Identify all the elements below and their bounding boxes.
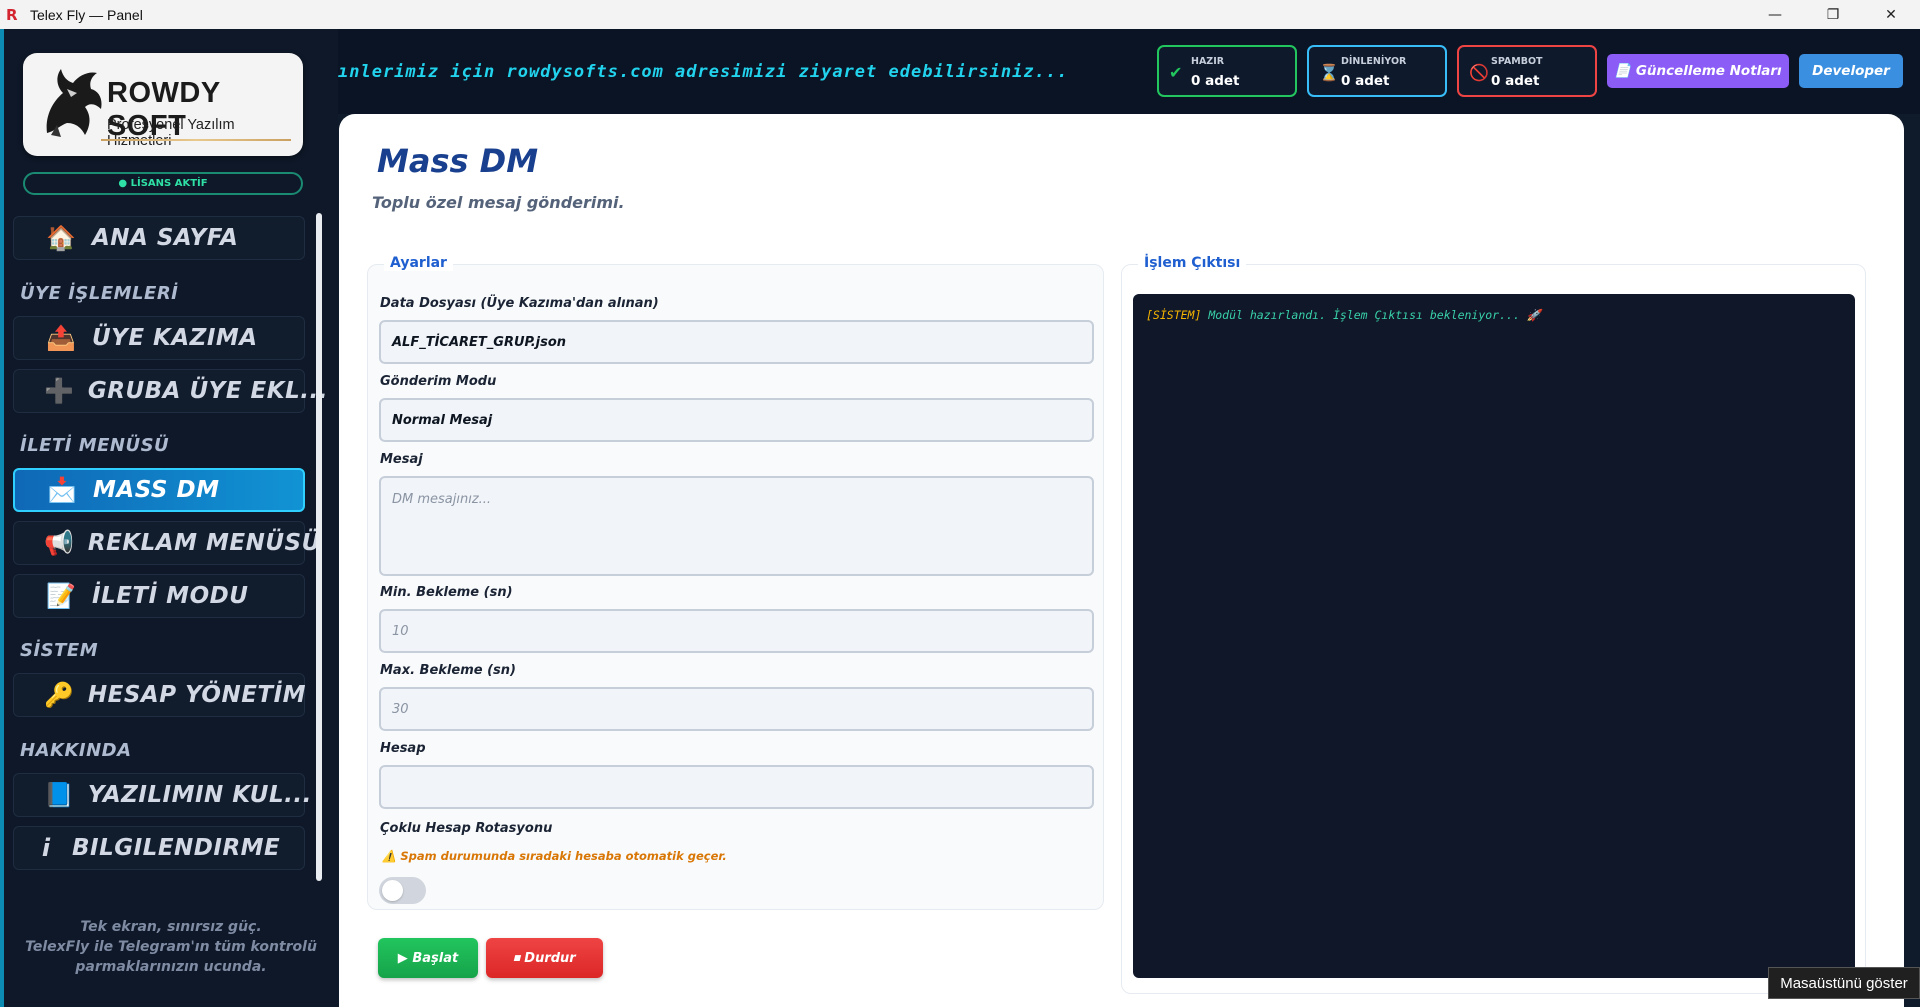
console-line: [SİSTEM] Modül hazırlandı. İşlem Çıktısı… bbox=[1146, 308, 1541, 322]
minimize-button[interactable]: — bbox=[1746, 0, 1804, 29]
sidebar-item-label: BILGILENDIRME bbox=[72, 835, 281, 861]
min-wait-input[interactable]: 10 bbox=[379, 609, 1094, 653]
data-file-label: Data Dosyası (Üye Kazıma'dan alınan) bbox=[380, 296, 659, 311]
update-notes-button[interactable]: 📄 Güncelleme Notları bbox=[1607, 54, 1789, 88]
prohibited-icon: 🚫 bbox=[1469, 63, 1489, 82]
max-wait-label: Max. Bekleme (sn) bbox=[380, 663, 516, 678]
main-panel: Mass DM Toplu özel mesaj gönderimi. Ayar… bbox=[339, 114, 1904, 1007]
toggle-knob bbox=[382, 880, 403, 901]
logo-divider bbox=[101, 139, 291, 141]
stat-ready: ✔ HAZIR 0 adet bbox=[1157, 45, 1297, 97]
page-title: Mass DM bbox=[377, 142, 539, 180]
house-icon: 🏠 bbox=[46, 224, 76, 252]
footer-line: Tek ekran, sınırsız güç. bbox=[80, 919, 262, 935]
message-textarea[interactable]: DM mesajınız... bbox=[379, 476, 1094, 576]
key-icon: 🔑 bbox=[44, 681, 74, 709]
plus-icon: ➕ bbox=[44, 377, 74, 405]
stat-title: DİNLENİYOR bbox=[1341, 56, 1407, 67]
check-icon: ✔ bbox=[1169, 63, 1183, 82]
stat-resting: ⌛ DİNLENİYOR 0 adet bbox=[1307, 45, 1447, 97]
sidebar-item-home[interactable]: 🏠 ANA SAYFA bbox=[13, 216, 305, 260]
window-title: Telex Fly — Panel bbox=[30, 6, 143, 23]
account-select[interactable] bbox=[379, 765, 1094, 809]
sidebar-item-ad-menu[interactable]: 📢 REKLAM MENÜSÜ bbox=[13, 521, 320, 565]
sidebar-item-label: ÜYE KAZIMA bbox=[92, 325, 258, 351]
sidebar-footer: Tek ekran, sınırsız güç. TelexFly ile Te… bbox=[4, 917, 338, 977]
max-wait-input[interactable]: 30 bbox=[379, 687, 1094, 731]
send-mode-select[interactable]: Normal Mesaj bbox=[379, 398, 1094, 442]
rotation-warning: ⚠️ Spam durumunda sıradaki hesaba otomat… bbox=[382, 849, 727, 863]
console-tag: [SİSTEM] bbox=[1146, 308, 1202, 322]
restore-button[interactable]: ❐ bbox=[1804, 0, 1862, 29]
footer-line: TelexFly ile Telegram'ın tüm kontrolü bbox=[25, 939, 317, 955]
stat-title: HAZIR bbox=[1191, 56, 1225, 67]
start-button[interactable]: ▶ Başlat bbox=[378, 938, 478, 978]
stat-spambot: 🚫 SPAMBOT 0 adet bbox=[1457, 45, 1597, 97]
message-label: Mesaj bbox=[380, 452, 423, 467]
app-logo-icon: R bbox=[6, 5, 18, 24]
section-label-message-menu: İLETİ MENÜSÜ bbox=[20, 435, 170, 456]
stat-value: 0 adet bbox=[1191, 73, 1240, 89]
megaphone-icon: 📢 bbox=[44, 529, 74, 557]
sidebar-item-add-to-group[interactable]: ➕ GRUBA ÜYE EKL... bbox=[13, 369, 327, 413]
section-label-member-ops: ÜYE İŞLEMLERİ bbox=[20, 283, 179, 304]
output-console[interactable]: [SİSTEM] Modül hazırlandı. İşlem Çıktısı… bbox=[1133, 294, 1855, 978]
sidebar-item-software-usage[interactable]: 📘 YAZILIMIN KUL... bbox=[13, 773, 311, 817]
footer-line: parmaklarınızın ucunda. bbox=[75, 959, 267, 975]
top-bar: ınlerimiz için rowdysofts.com adresimizi… bbox=[338, 29, 1920, 114]
brand-logo: ROWDY SOFT Profesyonel Yazılım Hizmetler… bbox=[23, 53, 303, 156]
output-legend: İşlem Çıktısı bbox=[1138, 255, 1247, 271]
account-label: Hesap bbox=[380, 741, 426, 756]
announcement-marquee: ınlerimiz için rowdysofts.com adresimizi… bbox=[338, 62, 1069, 82]
sidebar-item-info[interactable]: i BILGILENDIRME bbox=[13, 826, 305, 870]
logo-subtitle: Profesyonel Yazılım Hizmetleri bbox=[107, 117, 235, 149]
sidebar-item-message-mode[interactable]: 📝 İLETİ MODU bbox=[13, 574, 305, 618]
stat-value: 0 adet bbox=[1491, 73, 1540, 89]
sidebar-item-label: YAZILIMIN KUL... bbox=[87, 782, 312, 808]
sidebar-item-member-scrape[interactable]: 📤 ÜYE KAZIMA bbox=[13, 316, 305, 360]
stat-value: 0 adet bbox=[1341, 73, 1390, 89]
stat-title: SPAMBOT bbox=[1491, 56, 1543, 67]
license-status-badge: ● LİSANS AKTİF bbox=[23, 172, 303, 195]
envelope-icon: 📩 bbox=[47, 476, 77, 504]
sidebar-item-label: HESAP YÖNETİM bbox=[87, 682, 307, 708]
sidebar-item-mass-dm[interactable]: 📩 MASS DM bbox=[13, 468, 305, 512]
section-label-system: SİSTEM bbox=[20, 640, 99, 661]
rotation-label: Çoklu Hesap Rotasyonu bbox=[380, 821, 553, 836]
developer-button[interactable]: Developer bbox=[1799, 54, 1903, 88]
dragon-logo-icon bbox=[46, 69, 102, 137]
data-file-select[interactable]: ALF_TİCARET_GRUP.json bbox=[379, 320, 1094, 364]
sidebar: ROWDY SOFT Profesyonel Yazılım Hizmetler… bbox=[4, 29, 338, 1007]
sidebar-item-label: MASS DM bbox=[93, 477, 220, 503]
settings-panel: Ayarlar Data Dosyası (Üye Kazıma'dan alı… bbox=[367, 255, 1104, 910]
show-desktop-tooltip: Masaüstünü göster bbox=[1768, 967, 1920, 999]
memo-icon: 📝 bbox=[46, 582, 76, 610]
send-mode-label: Gönderim Modu bbox=[380, 374, 497, 389]
info-icon: i bbox=[41, 834, 51, 862]
sidebar-item-label: GRUBA ÜYE EKL... bbox=[87, 378, 328, 404]
section-label-about: HAKKINDA bbox=[20, 740, 132, 761]
output-panel: İşlem Çıktısı [SİSTEM] Modül hazırlandı.… bbox=[1121, 255, 1866, 994]
outbox-icon: 📤 bbox=[46, 324, 76, 352]
sidebar-item-label: REKLAM MENÜSÜ bbox=[87, 530, 321, 556]
sidebar-scrollbar[interactable] bbox=[316, 213, 322, 881]
close-button[interactable]: ✕ bbox=[1862, 0, 1920, 29]
settings-legend: Ayarlar bbox=[384, 255, 453, 271]
min-wait-label: Min. Bekleme (sn) bbox=[380, 585, 513, 600]
stop-button[interactable]: ⏹ Durdur bbox=[486, 938, 603, 978]
page-subtitle: Toplu özel mesaj gönderimi. bbox=[372, 193, 625, 212]
title-bar: R Telex Fly — Panel — ❐ ✕ bbox=[0, 0, 1920, 29]
book-icon: 📘 bbox=[44, 781, 74, 809]
sidebar-item-label: İLETİ MODU bbox=[92, 583, 249, 609]
rotation-toggle[interactable] bbox=[379, 877, 426, 904]
console-message: Modül hazırlandı. İşlem Çıktısı bekleniy… bbox=[1201, 308, 1542, 322]
sidebar-item-label: ANA SAYFA bbox=[92, 225, 239, 251]
hourglass-icon: ⌛ bbox=[1319, 63, 1339, 82]
main-scrollbar[interactable] bbox=[1888, 114, 1904, 1007]
sidebar-item-account-management[interactable]: 🔑 HESAP YÖNETİM bbox=[13, 673, 307, 717]
